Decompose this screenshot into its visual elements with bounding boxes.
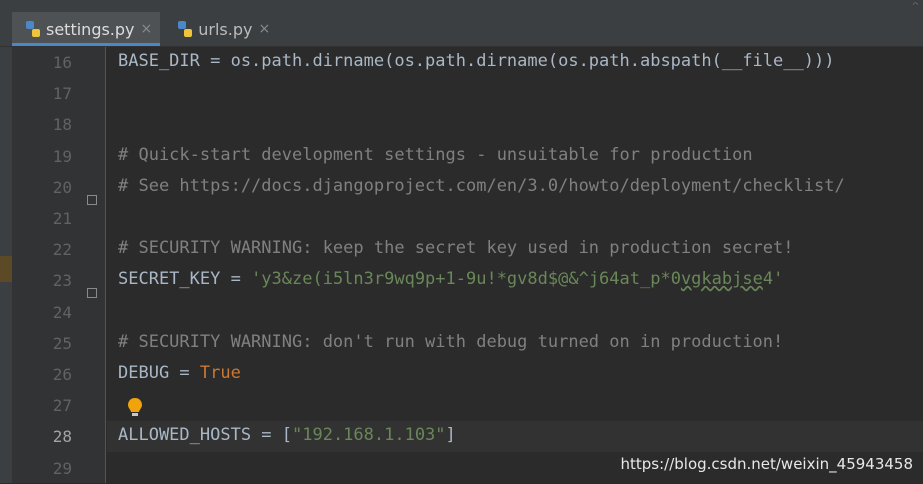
line-number: 26 [52,365,72,384]
code-comment: # SECURITY WARNING: don't run with debug… [118,331,784,352]
code-string: 'y3&ze(i5ln3r9wq9p+1-9u!*gv8d$@&^j64at_p… [251,269,681,290]
line-number: 24 [52,302,72,322]
code-line[interactable]: DEBUG = True [107,359,923,390]
code-line[interactable] [107,203,923,234]
code-line[interactable]: # SECURITY WARNING: keep the secret key … [107,234,923,265]
line-number: 25 [52,333,72,353]
tab-settings-py[interactable]: settings.py × [12,12,161,46]
code-editor[interactable]: BASE_DIR = os.path.dirname(os.path.dirna… [107,47,923,483]
code-token: ] [445,425,456,446]
code-line[interactable]: # Quick-start development settings - uns… [107,141,923,172]
line-number: 18 [52,115,72,135]
line-number: 23 [52,271,72,291]
line-number: 20 [52,177,72,197]
code-text: # SECURITY WARNING: keep the secret key … [118,238,794,258]
line-number: 27 [52,396,72,416]
code-keyword: True [199,363,241,383]
tab-urls-py[interactable]: urls.py × [164,12,278,46]
code-line[interactable] [107,109,923,140]
code-string: 4' [762,269,784,290]
code-line[interactable]: # SECURITY WARNING: don't run with debug… [107,328,923,359]
code-text: SECRET_KEY = 'y3&ze(i5ln3r9wq9p+1-9u!*gv… [118,269,783,289]
left-tool-strip [0,47,12,483]
code-text: # SECURITY WARNING: don't run with debug… [118,332,783,352]
line-number: 22 [52,240,72,260]
code-comment: # SECURITY WARNING: keep the secret key … [118,238,794,259]
code-text: BASE_DIR = os.path.dirname(os.path.dirna… [118,51,834,71]
code-text: # Quick-start development settings - uns… [118,145,753,165]
error-marker [0,256,12,282]
code-text: ALLOWED_HOSTS = ["192.168.1.103"] [118,425,456,445]
code-comment: # See https://docs.djangoproject.com/en/… [118,175,845,196]
code-line[interactable] [107,78,923,109]
code-token: SECRET_KEY = [118,269,252,290]
code-line[interactable] [107,297,923,328]
fold-marker-icon[interactable] [87,288,97,299]
code-token: ALLOWED_HOSTS = [ [118,425,292,446]
code-token: BASE_DIR = os.path.dirname(os.path.dirna… [118,51,835,71]
code-line[interactable]: ALLOWED_HOSTS = ["192.168.1.103"] [107,421,923,453]
code-text: DEBUG = True [118,363,241,383]
line-number: 16 [52,53,72,72]
line-number: 19 [52,146,72,166]
close-icon[interactable]: × [258,21,270,37]
line-number: 21 [52,209,72,228]
fold-marker-icon[interactable] [87,194,97,205]
line-number: 29 [52,458,72,478]
python-file-icon [26,21,40,37]
lightbulb-icon[interactable] [125,396,145,420]
code-line[interactable]: # See https://docs.djangoproject.com/en/… [107,172,923,203]
code-token: DEBUG = [118,363,200,383]
code-string: "192.168.1.103" [292,425,446,446]
code-line[interactable] [107,390,923,421]
window-corner-icon: ◠ [913,0,918,9]
editor-tab-bar: settings.py × urls.py × [0,0,923,47]
line-number: 28 [52,427,72,447]
code-comment: # Quick-start development settings - uns… [118,144,753,165]
close-icon[interactable]: × [141,21,153,37]
code-text: # See https://docs.djangoproject.com/en/… [118,176,845,196]
watermark-text: https://blog.csdn.net/weixin_45943458 [620,455,913,473]
tab-list: settings.py × urls.py × [12,12,278,46]
line-number-gutter[interactable]: 16 17 18 19 20 21 22 23 24 25 26 27 28 29 [12,47,106,483]
code-line[interactable]: BASE_DIR = os.path.dirname(os.path.dirna… [107,47,923,78]
code-line[interactable]: SECRET_KEY = 'y3&ze(i5ln3r9wq9p+1-9u!*gv… [107,265,923,296]
tab-label: settings.py [46,19,135,39]
code-string: vgkabjse [680,269,763,290]
python-file-icon [178,21,193,37]
line-number: 17 [52,84,72,104]
tab-label: urls.py [198,19,253,39]
